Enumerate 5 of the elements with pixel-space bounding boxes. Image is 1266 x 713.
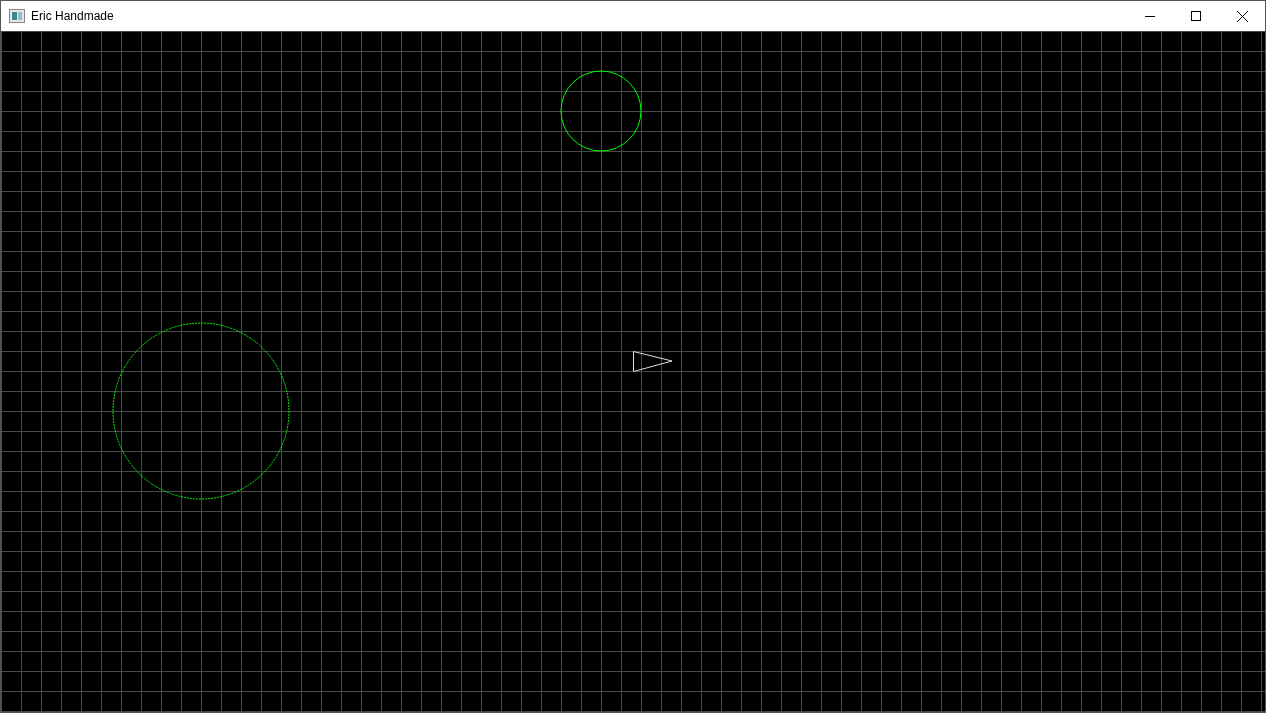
maximize-icon	[1191, 11, 1201, 21]
app-icon	[9, 9, 25, 23]
window-title: Eric Handmade	[31, 8, 114, 25]
triangle-ship	[633, 351, 673, 372]
close-icon	[1236, 10, 1248, 22]
